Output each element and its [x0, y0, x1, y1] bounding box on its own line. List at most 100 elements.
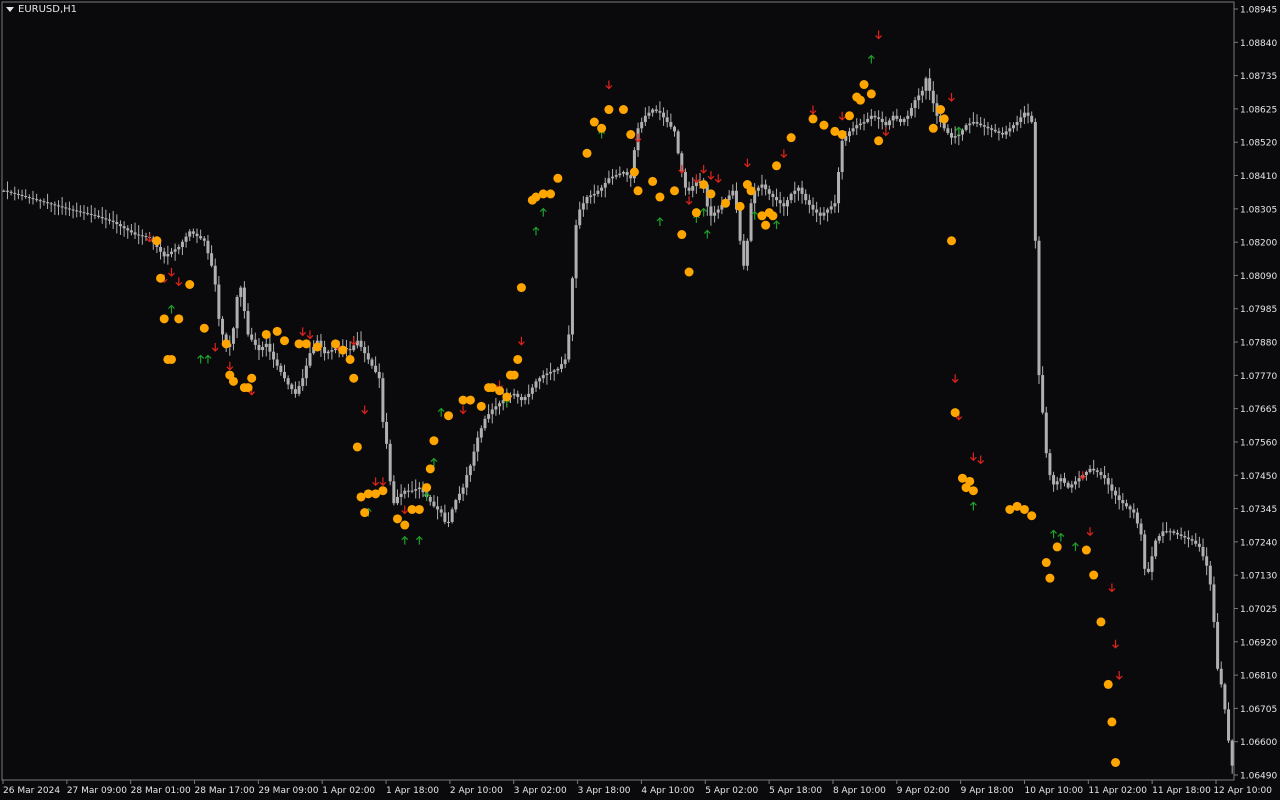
y-tick-label: 1.06600 — [1240, 738, 1277, 748]
candle-body — [122, 226, 126, 229]
candle-body — [395, 496, 399, 504]
y-tick-label: 1.06920 — [1240, 638, 1277, 648]
signal-dot — [221, 339, 231, 349]
candle-body — [519, 396, 523, 401]
signal-dot — [786, 133, 796, 143]
chart-background — [0, 0, 1280, 800]
candle-body — [31, 198, 35, 200]
candle-body — [833, 203, 837, 207]
candle-body — [1183, 535, 1187, 538]
y-tick-label: 1.06705 — [1240, 705, 1277, 715]
signal-dot — [331, 339, 341, 349]
candle-body — [275, 359, 279, 366]
candle-body — [731, 190, 735, 196]
candle-body — [873, 115, 877, 118]
candle-body — [173, 249, 177, 252]
candle-body — [177, 247, 181, 250]
candle-body — [756, 187, 760, 191]
signal-dot — [429, 436, 439, 446]
candle-body — [1106, 478, 1110, 485]
candle-body — [669, 122, 673, 127]
signal-dot — [247, 373, 257, 383]
signal-dot — [874, 136, 884, 146]
candle-body — [137, 234, 141, 236]
candle-body — [1230, 740, 1234, 766]
candle-body — [811, 204, 815, 210]
y-tick-label: 1.08090 — [1240, 272, 1277, 282]
y-tick-label: 1.08625 — [1240, 105, 1277, 115]
x-tick-label: 29 Mar 09:00 — [258, 786, 318, 796]
candle-body — [1084, 471, 1088, 476]
candle-body — [523, 396, 527, 401]
signal-dot — [936, 105, 946, 115]
candle-body — [796, 187, 800, 191]
candle-body — [1143, 534, 1147, 569]
candle-body — [837, 172, 841, 204]
signal-dot — [1041, 558, 1051, 568]
candle-body — [1044, 412, 1048, 454]
price-chart[interactable]: 1.08945 1.08840 1.08735 1.08625 1.08520 1.084… — [0, 0, 1280, 800]
candle-body — [1223, 684, 1227, 710]
candle-body — [403, 490, 407, 494]
candle-body — [749, 203, 753, 241]
candle-body — [662, 112, 666, 118]
candle-body — [1059, 478, 1063, 482]
signal-dot — [844, 111, 854, 121]
candle-body — [279, 365, 283, 372]
y-tick-label: 1.07770 — [1240, 372, 1277, 382]
candle-body — [1073, 481, 1077, 485]
candle-body — [89, 213, 93, 215]
candle-body — [738, 209, 742, 241]
candle-body — [716, 209, 720, 213]
signal-dot — [928, 123, 938, 133]
candle-body — [1190, 539, 1194, 541]
candle-body — [990, 128, 994, 130]
signal-dot — [392, 514, 402, 524]
candle-body — [330, 350, 334, 352]
candle-body — [436, 506, 440, 510]
signal-dot — [648, 176, 658, 186]
candle-body — [672, 126, 676, 132]
candle-body — [807, 200, 811, 205]
candle-body — [829, 206, 833, 210]
symbol-selector[interactable]: EURUSD,H1 — [6, 4, 77, 15]
candle-body — [1052, 475, 1056, 485]
candle-body — [902, 118, 906, 123]
triangle-down-icon[interactable] — [6, 7, 14, 12]
candle-body — [217, 284, 221, 319]
signal-dot — [866, 89, 876, 99]
candle-body — [9, 191, 13, 193]
signal-dot — [279, 336, 289, 346]
candle-body — [1008, 128, 1012, 132]
signal-dot — [626, 130, 636, 140]
candle-body — [1219, 668, 1223, 685]
candle-body — [884, 122, 888, 126]
candle-body — [13, 192, 17, 194]
candle-body — [549, 371, 553, 374]
candle-body — [498, 403, 502, 407]
candle-body — [5, 190, 9, 192]
signal-dot — [691, 208, 701, 218]
x-tick-label: 11 Apr 18:00 — [1152, 786, 1211, 796]
candle-body — [603, 182, 607, 188]
y-tick-label: 1.08200 — [1240, 239, 1277, 249]
candle-body — [213, 265, 217, 285]
candle-body — [858, 123, 862, 126]
candle-body — [461, 487, 465, 494]
candle-body — [1161, 531, 1165, 536]
signal-dot — [185, 279, 195, 289]
candle-body — [552, 370, 556, 372]
candle-body — [242, 287, 246, 312]
signal-dot — [950, 408, 960, 418]
candle-body — [1015, 122, 1019, 126]
candle-body — [381, 378, 385, 422]
signal-dot — [629, 167, 639, 177]
candle-body — [348, 349, 352, 351]
candle-body — [713, 212, 717, 216]
candle-body — [1030, 115, 1034, 123]
y-tick-label: 1.08410 — [1240, 172, 1277, 182]
candle-body — [38, 200, 42, 202]
x-tick-label: 10 Apr 10:00 — [1024, 786, 1083, 796]
signal-dot — [939, 114, 949, 124]
candle-body — [468, 465, 472, 476]
